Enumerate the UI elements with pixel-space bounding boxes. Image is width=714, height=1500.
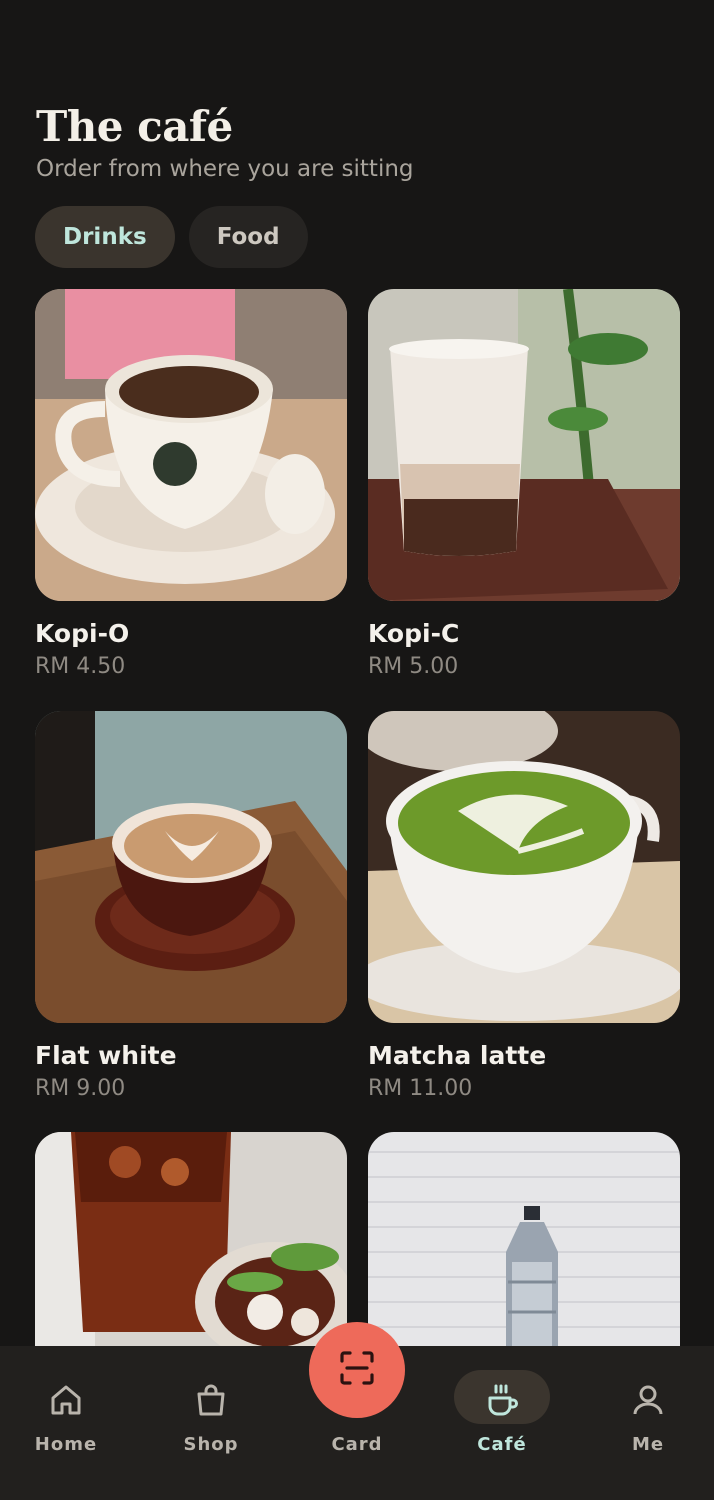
nav-label: Home bbox=[34, 1434, 98, 1455]
person-icon bbox=[628, 1380, 668, 1420]
matcha-latte-image bbox=[368, 711, 680, 1023]
nav-label: Shop bbox=[183, 1434, 239, 1455]
item-name: Flat white bbox=[35, 1041, 177, 1070]
scan-card-button[interactable] bbox=[309, 1322, 405, 1418]
home-icon bbox=[46, 1380, 86, 1420]
nav-cafe[interactable]: Café bbox=[442, 1346, 562, 1500]
menu-item-iced-tea[interactable] bbox=[35, 1132, 347, 1346]
nav-shop[interactable]: Shop bbox=[151, 1346, 271, 1500]
item-name: Kopi-O bbox=[35, 619, 130, 648]
scan-icon bbox=[338, 1349, 376, 1391]
menu-item-kopi-o[interactable]: Kopi-O RM 4.50 bbox=[35, 289, 347, 679]
nav-label: Card bbox=[331, 1434, 383, 1455]
nav-me[interactable]: Me bbox=[588, 1346, 708, 1500]
nav-label: Me bbox=[631, 1434, 665, 1455]
item-name: Kopi-C bbox=[368, 619, 460, 648]
nav-label: Café bbox=[477, 1434, 527, 1455]
item-price: RM 11.00 bbox=[368, 1076, 473, 1101]
item-price: RM 4.50 bbox=[35, 654, 126, 679]
item-price: RM 5.00 bbox=[368, 654, 459, 679]
menu-item-flat-white[interactable]: Flat white RM 9.00 bbox=[35, 711, 347, 1101]
kopi-o-image bbox=[35, 289, 347, 601]
category-tabs: Drinks Food bbox=[35, 206, 308, 268]
page-title: The café bbox=[36, 102, 233, 151]
item-price: RM 9.00 bbox=[35, 1076, 126, 1101]
iced-tea-image bbox=[35, 1132, 347, 1346]
item-name: Matcha latte bbox=[368, 1041, 547, 1070]
kopi-c-image bbox=[368, 289, 680, 601]
tab-food[interactable]: Food bbox=[188, 206, 308, 268]
tab-drinks[interactable]: Drinks bbox=[35, 206, 175, 268]
menu-item-kopi-c[interactable]: Kopi-C RM 5.00 bbox=[368, 289, 680, 679]
coffee-cup-icon bbox=[482, 1380, 522, 1420]
water-image bbox=[368, 1132, 680, 1346]
menu-item-matcha-latte[interactable]: Matcha latte RM 11.00 bbox=[368, 711, 680, 1101]
nav-home[interactable]: Home bbox=[6, 1346, 126, 1500]
menu-item-water[interactable] bbox=[368, 1132, 680, 1346]
page-subtitle: Order from where you are sitting bbox=[36, 156, 414, 182]
bag-icon bbox=[191, 1380, 231, 1420]
flat-white-image bbox=[35, 711, 347, 1023]
